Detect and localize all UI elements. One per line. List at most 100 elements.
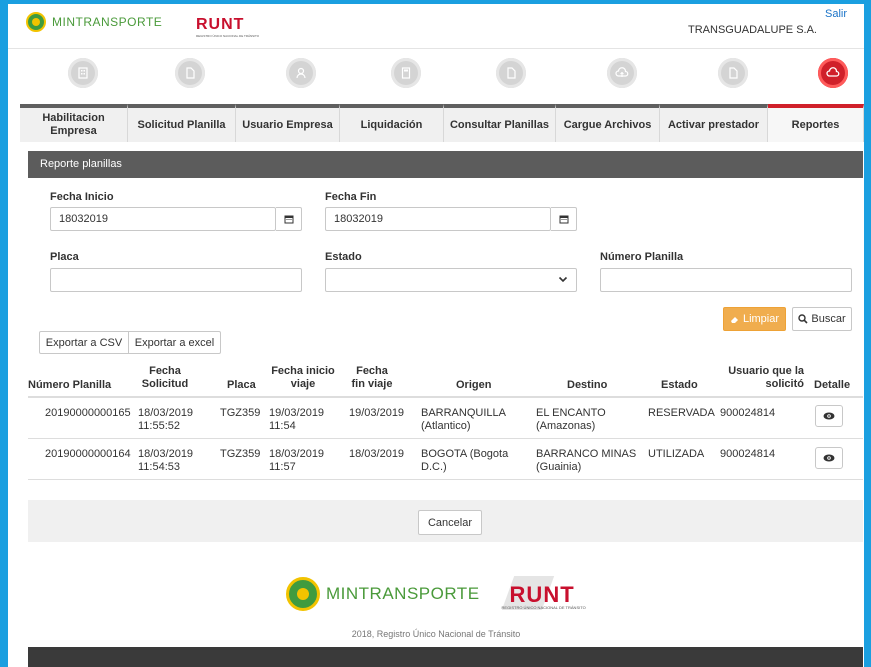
cell-usuario: 900024814 [720, 407, 776, 419]
tab-activar-prestador[interactable]: Activar prestador [660, 104, 768, 142]
module-icon-row [20, 54, 864, 104]
colombia-seal-icon [26, 12, 46, 32]
tab-consultar-planillas[interactable]: Consultar Planillas [444, 104, 556, 142]
cell-fecha-inicio-time: 11:57 [269, 461, 296, 473]
tab-usuario-empresa[interactable]: Usuario Empresa [236, 104, 340, 142]
cell-fecha-fin: 19/03/2019 [349, 407, 405, 419]
window-frame-left [0, 0, 8, 667]
search-document-icon[interactable] [496, 58, 526, 88]
eye-icon [823, 412, 835, 420]
cell-fecha-inicio-date: 19/03/2019 [269, 407, 325, 419]
user-icon[interactable] [286, 58, 316, 88]
logout-link[interactable]: Salir [825, 8, 847, 20]
numero-planilla-input[interactable] [600, 268, 852, 292]
eraser-icon [730, 317, 738, 323]
eye-icon [823, 454, 835, 462]
cell-destino-dept: (Guainia) [536, 461, 582, 473]
header-numero-planilla: Número Planilla [28, 379, 112, 391]
colombia-seal-icon [286, 577, 320, 611]
table-row: 20190000000165 18/03/2019 11:55:52 TGZ35… [28, 398, 863, 439]
building-icon[interactable] [68, 58, 98, 88]
limpiar-label: Limpiar [742, 313, 780, 325]
detalle-button[interactable] [815, 405, 843, 427]
tab-solicitud-planilla[interactable]: Solicitud Planilla [128, 104, 236, 142]
header-destino: Destino [567, 379, 608, 391]
header-detalle: Detalle [814, 379, 851, 391]
cell-estado: UTILIZADA [648, 448, 705, 460]
window-frame-right [864, 0, 871, 667]
cancelar-button[interactable]: Cancelar [418, 510, 482, 535]
header: MINTRANSPORTE RUNT REGISTRO ÚNICO NACION… [8, 4, 864, 49]
fecha-inicio-calendar-button[interactable] [276, 207, 302, 231]
table-header: Número Planilla Fecha Solicitud Placa Fe… [28, 360, 863, 398]
calendar-icon [284, 215, 293, 224]
table-row: 20190000000164 18/03/2019 11:54:53 TGZ35… [28, 439, 863, 480]
mintransporte-label: MINTRANSPORTE [52, 15, 163, 29]
search-icon [798, 314, 808, 324]
header-fecha-fin-viaje: Fecha fin viaje [351, 365, 393, 390]
cell-usuario: 900024814 [720, 448, 776, 460]
cell-destino-city: EL ENCANTO [536, 407, 606, 419]
footer-logos: MINTRANSPORTE RUNT REGISTRO ÚNICO NACION… [286, 576, 588, 612]
document-icon[interactable] [175, 58, 205, 88]
cloud-upload-icon[interactable] [607, 58, 637, 88]
placa-label: Placa [50, 251, 79, 263]
cell-fecha-solicitud-time: 11:55:52 [138, 420, 181, 432]
footer-runt-subtitle: REGISTRO ÚNICO NACIONAL DE TRÁNSITO [501, 605, 586, 610]
header-estado: Estado [661, 379, 698, 391]
calculator-icon[interactable] [391, 58, 421, 88]
cell-destino-dept: (Amazonas) [536, 420, 596, 432]
header-placa: Placa [227, 379, 256, 391]
cell-placa: TGZ359 [220, 407, 261, 419]
placa-input[interactable] [50, 268, 302, 292]
buscar-label: Buscar [811, 313, 846, 325]
cell-numero-planilla: 20190000000164 [45, 448, 131, 460]
copyright: 2018, Registro Único Nacional de Tránsit… [351, 629, 521, 639]
company-name: TRANSGUADALUPE S.A. [688, 24, 817, 36]
footer-mintransporte-logo: MINTRANSPORTE [286, 577, 480, 611]
cell-numero-planilla: 20190000000165 [45, 407, 131, 419]
estado-select[interactable] [325, 268, 577, 292]
runt-label: RUNT [196, 16, 245, 33]
fecha-fin-input[interactable]: 18032019 [325, 207, 551, 231]
bottom-bar [28, 647, 863, 667]
cell-origen-dept: D.C.) [421, 461, 447, 473]
report-icon[interactable] [818, 58, 848, 88]
cell-fecha-fin: 18/03/2019 [349, 448, 405, 460]
runt-logo: RUNT REGISTRO ÚNICO NACIONAL DE TRÁNSITO [196, 16, 259, 38]
cell-origen-dept: (Atlantico) [421, 420, 471, 432]
cell-origen-city: BOGOTA (Bogota [421, 448, 509, 460]
fecha-fin-calendar-button[interactable] [551, 207, 577, 231]
buscar-button[interactable]: Buscar [792, 307, 852, 331]
page: MINTRANSPORTE RUNT REGISTRO ÚNICO NACION… [8, 4, 864, 667]
cell-destino-city: BARRANCO MINAS [536, 448, 637, 460]
header-origen: Origen [456, 379, 492, 391]
cell-origen-city: BARRANQUILLA [421, 407, 506, 419]
header-usuario: Usuario que la solicitó [728, 365, 804, 390]
export-excel-button[interactable]: Exportar a excel [128, 331, 221, 354]
tab-liquidacion[interactable]: Liquidación [340, 104, 444, 142]
header-fecha-solicitud: Fecha Solicitud [141, 365, 189, 390]
cell-placa: TGZ359 [220, 448, 261, 460]
section-title: Reporte planillas [28, 151, 863, 178]
tab-habilitacion-empresa[interactable]: Habilitacion Empresa [20, 104, 128, 142]
estado-label: Estado [325, 251, 362, 263]
numero-planilla-label: Número Planilla [600, 251, 684, 263]
fecha-fin-label: Fecha Fin [325, 191, 377, 203]
main-tabs: Habilitacion Empresa Solicitud Planilla … [20, 104, 864, 142]
footer-mintransporte-label: MINTRANSPORTE [326, 584, 480, 603]
cell-estado: RESERVADA [648, 407, 715, 419]
detalle-button[interactable] [815, 447, 843, 469]
runt-subtitle: REGISTRO ÚNICO NACIONAL DE TRÁNSITO [196, 34, 260, 38]
limpiar-button[interactable]: Limpiar [723, 307, 786, 331]
cell-fecha-solicitud-time: 11:54:53 [138, 461, 181, 473]
export-csv-button[interactable]: Exportar a CSV [39, 331, 129, 354]
chevron-down-icon [558, 276, 568, 283]
cell-fecha-inicio-time: 11:54 [269, 420, 296, 432]
fecha-inicio-input[interactable]: 18032019 [50, 207, 276, 231]
document-check-icon[interactable] [718, 58, 748, 88]
cell-fecha-solicitud-date: 18/03/2019 [138, 407, 194, 419]
tab-cargue-archivos[interactable]: Cargue Archivos [556, 104, 660, 142]
tab-reportes[interactable]: Reportes [768, 104, 864, 142]
fecha-inicio-label: Fecha Inicio [50, 191, 114, 203]
